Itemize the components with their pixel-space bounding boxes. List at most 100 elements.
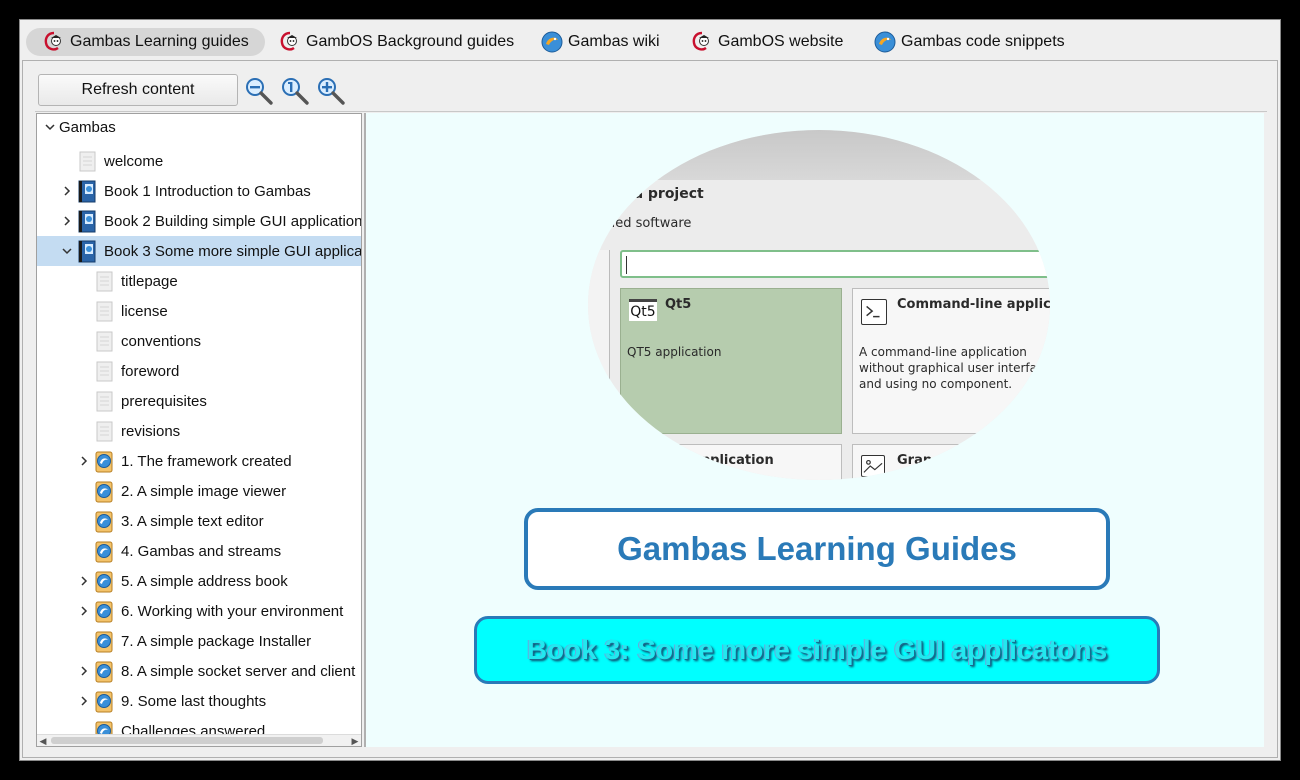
chapter-icon	[95, 451, 113, 473]
chevron-down-icon[interactable]	[43, 120, 57, 134]
content-pane: t a project alled software Qt5 Qt5 QT5 a…	[364, 113, 1264, 747]
page-subtitle: Book 3: Some more simple GUI applicatons	[526, 634, 1108, 665]
chapter-icon	[95, 661, 113, 683]
page-icon	[79, 151, 96, 172]
page-icon	[96, 361, 113, 382]
tree-item-label: license	[121, 302, 168, 320]
page-icon	[96, 391, 113, 412]
chapter-icon	[95, 481, 113, 503]
book-icon	[78, 240, 96, 263]
guide-tree[interactable]: Gambas welcome Book 1 Introduction to Gamb…	[36, 113, 362, 747]
refresh-content-button[interactable]: Refresh content	[38, 74, 238, 106]
tree-item-label: conventions	[121, 332, 202, 350]
title-banner: Gambas Learning Guides	[524, 508, 1110, 590]
tab-gambas-code-snippets[interactable]: Gambas code snippets	[857, 28, 1081, 56]
tree-item[interactable]: 1. The framework created	[37, 446, 361, 476]
gambas-shrimp-icon	[874, 31, 896, 53]
tab-label: GambOS website	[718, 33, 844, 50]
tree-item-label: 4. Gambas and streams	[121, 542, 282, 560]
tree-item[interactable]: prerequisites	[37, 386, 361, 416]
tree-item[interactable]: Book 3 Some more simple GUI applications	[37, 236, 361, 266]
chevron-right-icon[interactable]	[60, 184, 74, 198]
tree-root-gambas[interactable]: Gambas	[37, 114, 361, 142]
subtitle-banner: Book 3: Some more simple GUI applicatons	[474, 616, 1160, 684]
tab-gambas-wiki[interactable]: Gambas wiki	[524, 28, 676, 56]
zoom-out-icon[interactable]	[244, 76, 274, 106]
horizontal-scrollbar[interactable]: ◀ ▶	[37, 734, 361, 746]
page-icon	[96, 301, 113, 322]
tab-gambos-background-guides[interactable]: GambOS Background guides	[262, 28, 530, 56]
preview-subheading: alled software	[600, 216, 692, 231]
tab-panel: Refresh content Gambas welcome Book 1 In…	[22, 60, 1278, 758]
preview-card-command-line: Command-line applicati A command-line ap…	[852, 288, 1050, 434]
tree-item[interactable]: Book 1 Introduction to Gambas	[37, 176, 361, 206]
chapter-icon	[95, 511, 113, 533]
tree-item[interactable]: 6. Working with your environment	[37, 596, 361, 626]
tree-item-label: 9. Some last thoughts	[121, 692, 267, 710]
preview-card-qt5: Qt5 Qt5 QT5 application	[620, 288, 842, 434]
tree-item[interactable]: foreword	[37, 356, 361, 386]
chapter-icon	[95, 571, 113, 593]
tree-item[interactable]: 4. Gambas and streams	[37, 536, 361, 566]
tree-item[interactable]: 9. Some last thoughts	[37, 686, 361, 716]
tree-item-label: welcome	[104, 152, 164, 170]
image-icon	[861, 455, 885, 477]
gambos-icon	[692, 31, 709, 51]
zoom-in-icon[interactable]	[316, 76, 346, 106]
tree-item[interactable]: license	[37, 296, 361, 326]
terminal-icon	[861, 299, 887, 325]
tree-item-label: 8. A simple socket server and client	[121, 662, 356, 680]
tree-item[interactable]: 2. A simple image viewer	[37, 476, 361, 506]
tree-item[interactable]: titlepage	[37, 266, 361, 296]
app-window: Gambas Learning guides GambOS Background…	[19, 19, 1281, 761]
chevron-right-icon[interactable]	[77, 694, 91, 708]
preview-card-database: se application	[620, 444, 842, 480]
tree-item-label: 2. A simple image viewer	[121, 482, 287, 500]
tree-item[interactable]: 3. A simple text editor	[37, 506, 361, 536]
tree-item-label: 1. The framework created	[121, 452, 292, 470]
tree-item-label: prerequisites	[121, 392, 207, 410]
card-title: se application	[671, 453, 774, 468]
tab-gambas-learning-guides[interactable]: Gambas Learning guides	[26, 28, 265, 56]
tree-item-label: revisions	[121, 422, 181, 440]
chevron-right-icon[interactable]	[77, 574, 91, 588]
preview-titlebar	[588, 130, 1050, 180]
book-icon	[78, 210, 96, 233]
tree-item[interactable]: Book 2 Building simple GUI applications	[37, 206, 361, 236]
tab-bar: Gambas Learning guides GambOS Background…	[20, 20, 1282, 60]
book-icon	[78, 180, 96, 203]
card-title: Qt5	[665, 297, 692, 312]
tab-gambos-website[interactable]: GambOS website	[674, 28, 859, 56]
tree-item-label: 3. A simple text editor	[121, 512, 264, 530]
chevron-right-icon[interactable]	[77, 454, 91, 468]
toolbar-separator	[35, 111, 1267, 112]
scrollbar-thumb[interactable]	[51, 737, 323, 744]
tree-item[interactable]: 5. A simple address book	[37, 566, 361, 596]
page-icon	[96, 421, 113, 442]
page-icon	[96, 271, 113, 292]
preview-heading: t a project	[622, 186, 704, 202]
tree-item-label: Book 3 Some more simple GUI applications	[104, 242, 361, 260]
scroll-right-icon[interactable]: ▶	[349, 735, 361, 746]
chevron-right-icon[interactable]	[77, 604, 91, 618]
scroll-left-icon[interactable]: ◀	[37, 735, 49, 746]
chapter-icon	[95, 631, 113, 653]
card-desc: QT5 application	[627, 345, 722, 359]
tree-item[interactable]: welcome	[37, 146, 361, 176]
preview-card-graphical: Grap	[852, 444, 1050, 480]
preview-search-field	[620, 250, 1050, 278]
chevron-down-icon[interactable]	[60, 244, 74, 258]
chapter-icon	[95, 601, 113, 623]
tree-item[interactable]: 8. A simple socket server and client	[37, 656, 361, 686]
chapter-icon	[95, 541, 113, 563]
tree-item-label: 7. A simple package Installer	[121, 632, 312, 650]
zoom-reset-icon[interactable]	[280, 76, 310, 106]
tree-item[interactable]: revisions	[37, 416, 361, 446]
chevron-right-icon[interactable]	[77, 664, 91, 678]
chevron-right-icon[interactable]	[60, 214, 74, 228]
tree-item[interactable]: 7. A simple package Installer	[37, 626, 361, 656]
tree-item[interactable]: conventions	[37, 326, 361, 356]
tree-item-label: 6. Working with your environment	[121, 602, 344, 620]
tree-item-label: Book 1 Introduction to Gambas	[104, 182, 311, 200]
card-desc-line: without graphical user interface	[859, 361, 1050, 375]
